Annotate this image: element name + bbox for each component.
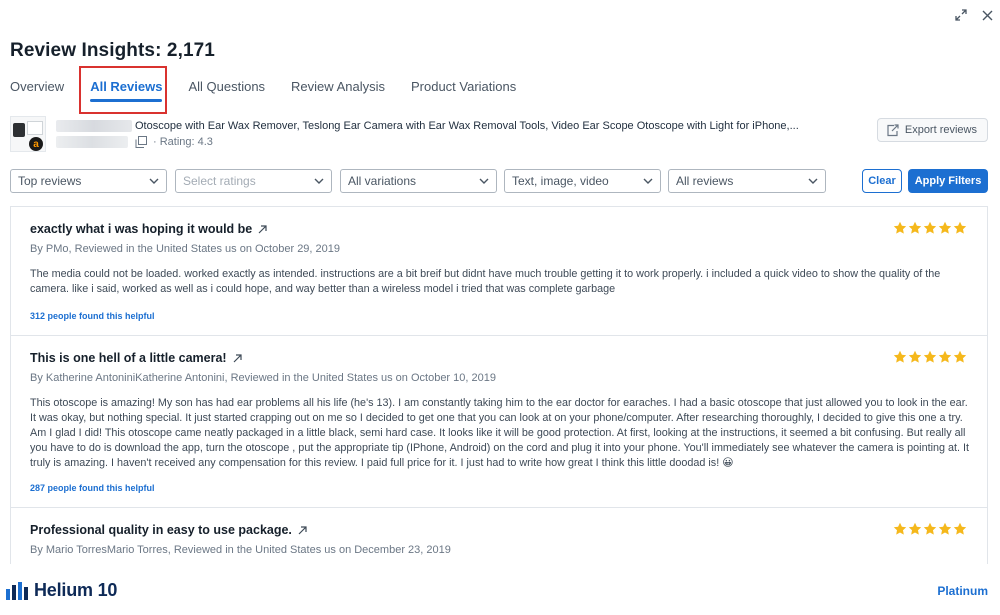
export-reviews-button[interactable]: Export reviews xyxy=(876,118,988,142)
close-icon[interactable] xyxy=(980,8,994,22)
star-icon xyxy=(908,522,922,535)
star-icon xyxy=(938,522,952,535)
brand-logo: Helium 10 xyxy=(6,580,117,601)
expand-arrows-icon[interactable] xyxy=(954,8,968,22)
star-icon xyxy=(938,350,952,363)
annotation-highlight-box xyxy=(79,66,167,114)
star-icon xyxy=(953,221,967,234)
sort-select[interactable]: Top reviews xyxy=(10,169,167,193)
chevron-down-icon xyxy=(636,178,660,184)
ratings-select[interactable]: Select ratings xyxy=(175,169,332,193)
tab-all-questions[interactable]: All Questions xyxy=(188,76,265,102)
external-link-icon[interactable] xyxy=(258,224,267,234)
review-title[interactable]: exactly what i was hoping it would be xyxy=(30,222,267,236)
product-summary: a Otoscope with Ear Wax Remover, Teslong… xyxy=(10,116,988,156)
reviewers-select[interactable]: All reviews xyxy=(668,169,826,193)
review-title-text: exactly what i was hoping it would be xyxy=(30,222,253,236)
ratings-placeholder: Select ratings xyxy=(183,174,256,188)
star-icon xyxy=(923,522,937,535)
review-card: This is one hell of a little camera! By … xyxy=(11,336,987,508)
review-title[interactable]: Professional quality in easy to use pack… xyxy=(30,523,307,537)
tab-overview[interactable]: Overview xyxy=(10,76,64,102)
footer: Helium 10 Platinum xyxy=(0,574,1000,610)
star-icon xyxy=(953,350,967,363)
sort-value: Top reviews xyxy=(18,174,82,188)
product-rating: · Rating: 4.3 xyxy=(153,136,213,148)
star-icon xyxy=(893,522,907,535)
chevron-down-icon xyxy=(307,178,331,184)
star-icon xyxy=(908,221,922,234)
star-icon xyxy=(893,221,907,234)
review-body: This otoscope is amazing! My son has had… xyxy=(30,397,969,469)
external-link-icon[interactable] xyxy=(298,525,307,535)
star-rating xyxy=(893,350,967,364)
variations-value: All variations xyxy=(348,174,417,188)
external-link-icon[interactable] xyxy=(233,353,242,363)
helpful-count: 312 people found this helpful xyxy=(30,311,155,321)
plan-badge[interactable]: Platinum xyxy=(937,584,988,598)
review-card: exactly what i was hoping it would be By… xyxy=(11,207,987,336)
star-icon xyxy=(908,350,922,363)
chevron-down-icon xyxy=(801,178,825,184)
star-icon xyxy=(953,522,967,535)
review-byline: By Katherine AntoniniKatherine Antonini,… xyxy=(30,372,496,384)
tab-product-variations[interactable]: Product Variations xyxy=(411,76,516,102)
review-list[interactable]: exactly what i was hoping it would be By… xyxy=(10,206,988,564)
window-controls xyxy=(954,8,994,22)
copy-icon[interactable] xyxy=(135,136,147,148)
product-meta: · Rating: 4.3 xyxy=(135,136,213,148)
tab-review-analysis[interactable]: Review Analysis xyxy=(291,76,385,102)
export-icon xyxy=(886,123,899,137)
reviewers-value: All reviews xyxy=(676,174,734,188)
helium10-logo-icon xyxy=(6,581,28,600)
review-title-text: Professional quality in easy to use pack… xyxy=(30,523,292,537)
amazon-logo-icon: a xyxy=(29,137,43,151)
clear-button[interactable]: Clear xyxy=(862,169,902,193)
star-icon xyxy=(923,221,937,234)
apply-filters-button[interactable]: Apply Filters xyxy=(908,169,988,193)
media-value: Text, image, video xyxy=(512,174,609,188)
review-title-text: This is one hell of a little camera! xyxy=(30,351,227,365)
chevron-down-icon xyxy=(142,178,166,184)
filter-bar: Top reviews Select ratings All variation… xyxy=(10,169,988,193)
review-body: The media could not be loaded. worked ex… xyxy=(30,268,941,295)
page-title: Review Insights: 2,171 xyxy=(10,40,215,61)
review-byline: By PMo, Reviewed in the United States us… xyxy=(30,243,341,255)
star-icon xyxy=(893,350,907,363)
chevron-down-icon xyxy=(472,178,496,184)
redacted-text xyxy=(56,120,132,132)
review-card: Professional quality in easy to use pack… xyxy=(11,508,987,564)
redacted-text xyxy=(56,136,128,148)
star-rating xyxy=(893,221,967,235)
media-select[interactable]: Text, image, video xyxy=(504,169,661,193)
product-title: Otoscope with Ear Wax Remover, Teslong E… xyxy=(135,120,799,132)
star-icon xyxy=(923,350,937,363)
product-thumbnail: a xyxy=(10,116,46,152)
helpful-count: 287 people found this helpful xyxy=(30,483,155,493)
star-icon xyxy=(938,221,952,234)
review-title[interactable]: This is one hell of a little camera! xyxy=(30,351,242,365)
variations-select[interactable]: All variations xyxy=(340,169,497,193)
export-label: Export reviews xyxy=(904,124,977,136)
star-rating xyxy=(893,522,967,536)
review-byline: By Mario TorresMario Torres, Reviewed in… xyxy=(30,544,451,556)
brand-name: Helium 10 xyxy=(34,580,118,600)
